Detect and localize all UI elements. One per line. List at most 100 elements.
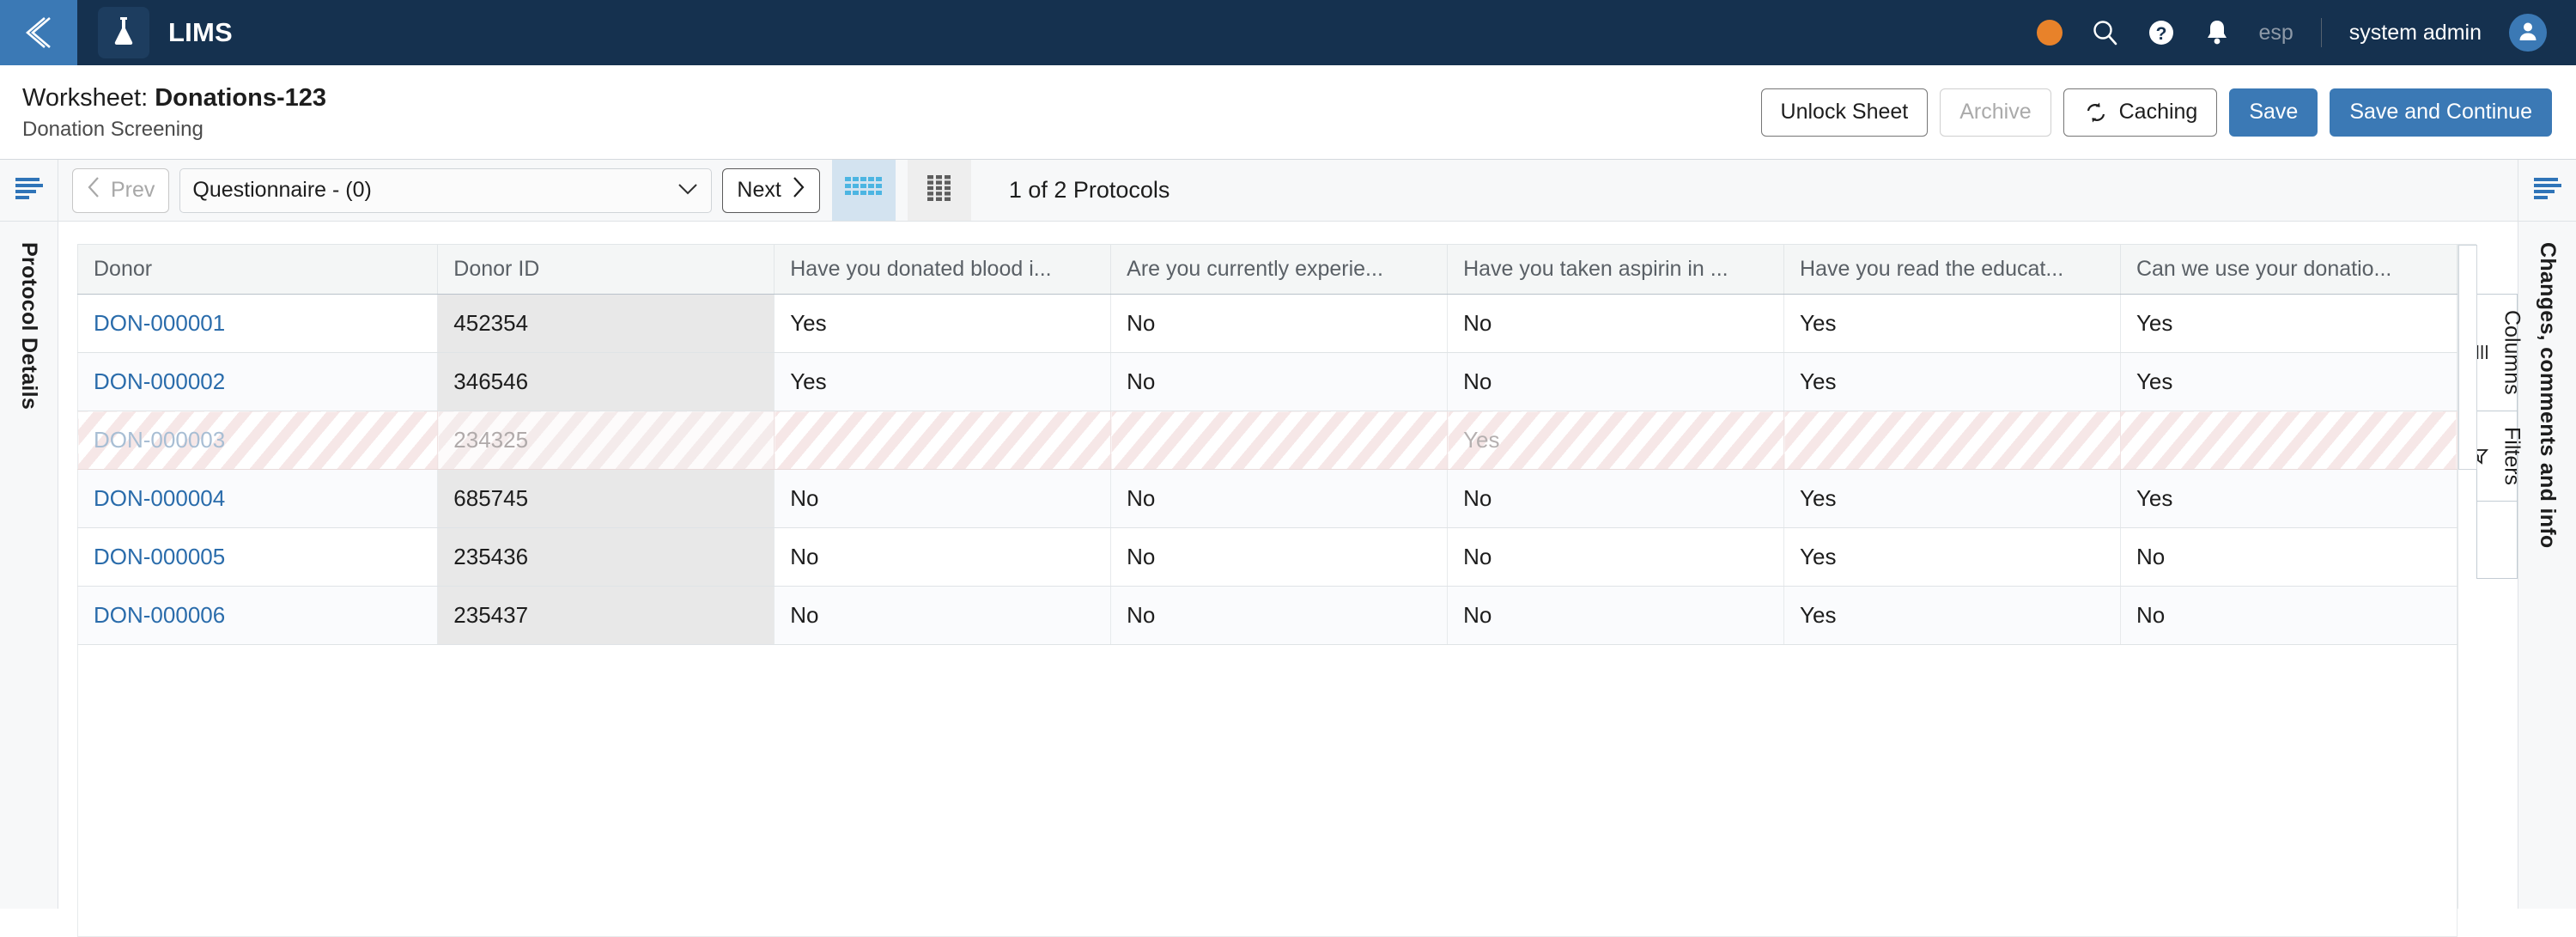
column-header-q2[interactable]: Are you currently experie... <box>1110 244 1449 295</box>
cell-answer-q4[interactable]: Yes <box>1783 294 2121 353</box>
cell-answer-q2[interactable] <box>1110 411 1449 470</box>
cell-answer-q4[interactable]: Yes <box>1783 352 2121 411</box>
chevron-double-left-icon <box>19 13 58 52</box>
help-circle-icon[interactable]: ? <box>2147 18 2176 47</box>
caching-button[interactable]: Caching <box>2063 88 2218 137</box>
cell-answer-q5[interactable]: Yes <box>2120 469 2458 528</box>
table-row[interactable]: DON-000002 346546 Yes No No Yes Yes <box>76 352 2458 411</box>
scrollbar-thumb[interactable] <box>2458 245 2477 470</box>
cell-answer-q2[interactable]: No <box>1110 527 1449 587</box>
language-selector[interactable]: esp <box>2258 21 2293 46</box>
table-header-row: Donor Donor ID Have you donated blood i.… <box>76 244 2458 295</box>
cell-answer-q4[interactable] <box>1783 411 2121 470</box>
cell-donor-id[interactable]: 452354 <box>437 294 775 353</box>
grid-vertical-scrollbar[interactable] <box>2458 244 2477 909</box>
status-dot-orange-icon[interactable] <box>2037 20 2063 46</box>
donor-link[interactable]: DON-000005 <box>94 544 225 569</box>
column-header-q5[interactable]: Can we use your donatio... <box>2120 244 2458 295</box>
cell-donor-id[interactable]: 234325 <box>437 411 775 470</box>
donor-link[interactable]: DON-000001 <box>94 310 225 336</box>
cell-answer-q2[interactable]: No <box>1110 294 1449 353</box>
cell-answer-q2[interactable]: No <box>1110 469 1449 528</box>
cell-answer-q5[interactable]: No <box>2120 527 2458 587</box>
cell-donor-id[interactable]: 685745 <box>437 469 775 528</box>
donor-link[interactable]: DON-000003 <box>94 427 225 453</box>
column-header-q1[interactable]: Have you donated blood i... <box>774 244 1112 295</box>
cell-answer-q1[interactable]: No <box>774 527 1112 587</box>
cell-answer-q5[interactable]: Yes <box>2120 294 2458 353</box>
worksheet-body: Protocol Details Donor Donor ID Have you… <box>0 222 2576 937</box>
cell-answer-q4[interactable]: Yes <box>1783 586 2121 645</box>
table-row[interactable]: DON-000006 235437 No No No Yes No <box>76 586 2458 645</box>
cell-answer-q4[interactable]: Yes <box>1783 469 2121 528</box>
cell-answer-q4[interactable]: Yes <box>1783 527 2121 587</box>
cell-answer-q1[interactable]: Yes <box>774 352 1112 411</box>
next-protocol-button[interactable]: Next <box>722 167 820 213</box>
grid-wrapper: Donor Donor ID Have you donated blood i.… <box>58 222 2524 937</box>
chevron-right-icon <box>790 176 805 204</box>
table-row[interactable]: DON-000001 452354 Yes No No Yes Yes <box>76 294 2458 353</box>
protocol-count-label: 1 of 2 Protocols <box>1008 177 1170 203</box>
donor-link[interactable]: DON-000006 <box>94 602 225 628</box>
cell-answer-q1[interactable]: Yes <box>774 294 1112 353</box>
view-grid-card-button[interactable] <box>907 160 971 221</box>
search-icon[interactable] <box>2090 18 2119 47</box>
cell-donor-id[interactable]: 235437 <box>437 586 775 645</box>
user-avatar-icon <box>2517 20 2539 46</box>
filters-tab[interactable]: Filters <box>2470 411 2524 502</box>
column-header-donor[interactable]: Donor <box>76 244 439 295</box>
cell-answer-q5[interactable]: No <box>2120 586 2458 645</box>
cell-answer-q3[interactable]: No <box>1447 294 1785 353</box>
unlock-sheet-button[interactable]: Unlock Sheet <box>1760 88 1929 137</box>
donor-link[interactable]: DON-000004 <box>94 485 225 511</box>
cell-answer-q3[interactable]: Yes <box>1447 411 1785 470</box>
flask-icon <box>109 15 138 51</box>
cell-answer-q3[interactable]: No <box>1447 469 1785 528</box>
protocol-details-rail[interactable]: Protocol Details <box>0 222 58 909</box>
refresh-sync-icon <box>2083 100 2109 125</box>
protocol-select-value: Questionnaire - (0) <box>192 178 372 202</box>
app-logo <box>98 7 149 58</box>
bell-icon[interactable] <box>2203 18 2231 47</box>
worksheet-title-bar: Worksheet: Donations-123 Donation Screen… <box>0 65 2576 160</box>
view-grid-dense-button[interactable] <box>831 160 896 221</box>
avatar[interactable] <box>2509 14 2547 52</box>
worksheet-name: Donations-123 <box>155 84 327 113</box>
column-header-donor-id[interactable]: Donor ID <box>437 244 775 295</box>
cell-answer-q2[interactable]: No <box>1110 352 1449 411</box>
archive-button: Archive <box>1940 88 2051 137</box>
top-navigation-bar: LIMS ? esp system admin <box>0 0 2576 65</box>
column-header-q4[interactable]: Have you read the educat... <box>1783 244 2121 295</box>
cell-answer-q3[interactable]: No <box>1447 527 1785 587</box>
svg-text:?: ? <box>2156 24 2167 44</box>
cell-answer-q1[interactable]: No <box>774 586 1112 645</box>
hamburger-menu-icon <box>2533 177 2562 204</box>
cell-donor: DON-000002 <box>76 352 439 411</box>
toggle-protocol-details-button[interactable] <box>0 160 58 221</box>
table-row[interactable]: DON-000005 235436 No No No Yes No <box>76 527 2458 587</box>
chevron-left-icon <box>87 176 102 204</box>
table-row[interactable]: DON-000004 685745 No No No Yes Yes <box>76 469 2458 528</box>
cell-answer-q5[interactable] <box>2120 411 2458 470</box>
cell-answer-q2[interactable]: No <box>1110 586 1449 645</box>
table-row[interactable]: DON-000003 234325 Yes <box>76 411 2458 470</box>
grid-card-icon <box>927 175 951 205</box>
cell-answer-q1[interactable]: No <box>774 469 1112 528</box>
cell-answer-q1[interactable] <box>774 411 1112 470</box>
columns-tab[interactable]: Columns <box>2471 294 2524 411</box>
changes-comments-label: Changes, comments and info <box>2536 242 2560 549</box>
cell-donor-id[interactable]: 235436 <box>437 527 775 587</box>
cell-answer-q3[interactable]: No <box>1447 586 1785 645</box>
changes-comments-rail[interactable]: Changes, comments and info <box>2518 222 2576 909</box>
username-label[interactable]: system admin <box>2349 21 2482 46</box>
toggle-changes-panel-button[interactable] <box>2518 160 2576 221</box>
donor-link[interactable]: DON-000002 <box>94 368 225 394</box>
cell-answer-q3[interactable]: No <box>1447 352 1785 411</box>
column-header-q3[interactable]: Have you taken aspirin in ... <box>1447 244 1785 295</box>
collapse-nav-button[interactable] <box>0 0 77 65</box>
save-button[interactable]: Save <box>2229 88 2318 137</box>
cell-answer-q5[interactable]: Yes <box>2120 352 2458 411</box>
cell-donor-id[interactable]: 346546 <box>437 352 775 411</box>
protocol-select[interactable]: Questionnaire - (0) <box>179 167 713 213</box>
save-and-continue-button[interactable]: Save and Continue <box>2330 88 2552 137</box>
